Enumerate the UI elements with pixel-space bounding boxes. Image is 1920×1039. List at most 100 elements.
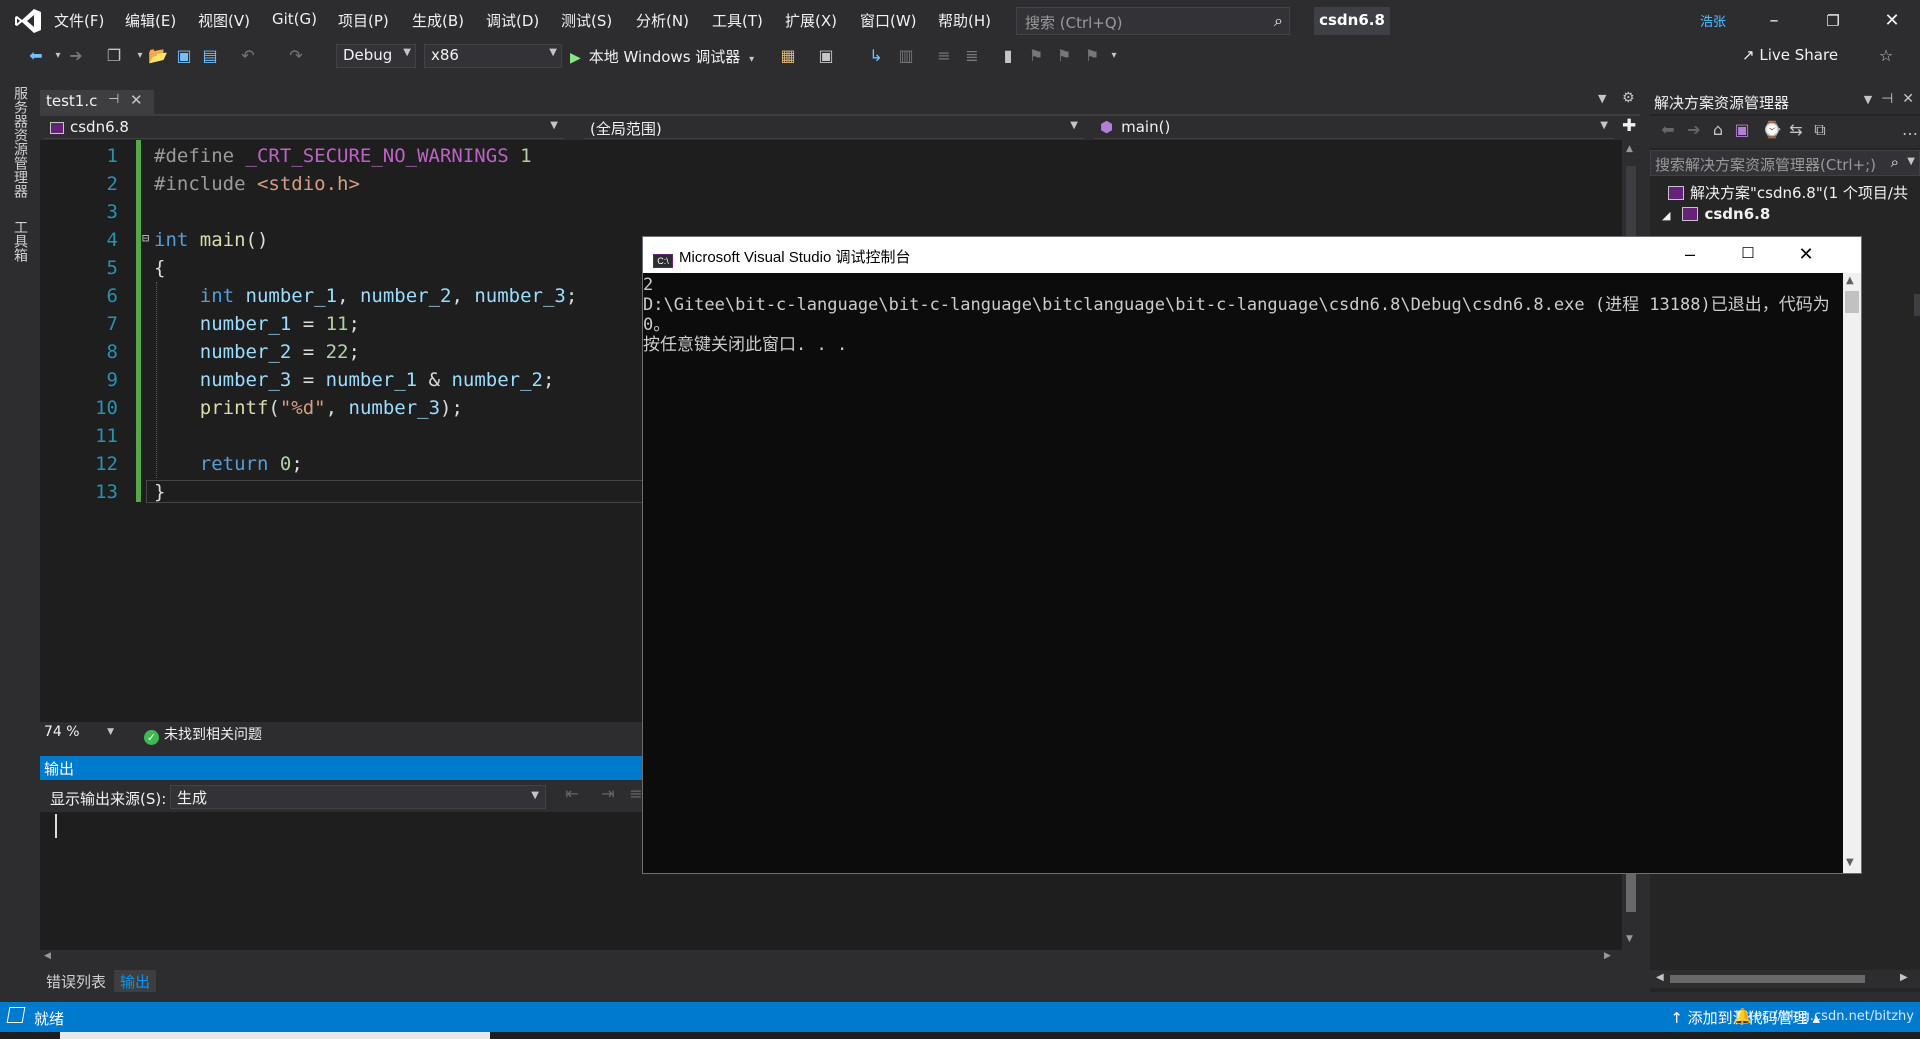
next-bookmark-icon[interactable]: ⚑ (1054, 46, 1074, 66)
zoom-select[interactable]: 74 % ▼ (40, 724, 118, 744)
pin-icon[interactable]: ⊣ (1881, 91, 1893, 107)
scrollbar-thumb[interactable] (1670, 975, 1865, 983)
chevron-down-icon[interactable]: ▼ (1864, 93, 1872, 106)
close-tab-icon[interactable]: ✕ (130, 91, 143, 109)
menu-window[interactable]: 窗口(W) (860, 10, 917, 31)
find-message-icon[interactable]: ⇤ (562, 784, 582, 804)
save-all-icon[interactable]: ▤ (200, 46, 220, 66)
solution-configuration-select[interactable]: Debug ▼ (336, 44, 416, 68)
console-output[interactable]: 2 D:\Gitee\bit-c-language\bit-c-language… (643, 273, 1843, 873)
sync-icon[interactable]: ⇆ (1786, 120, 1806, 140)
collapse-all-icon[interactable]: ⧉ (1810, 120, 1830, 140)
live-share-button[interactable]: ↗ Live Share (1742, 46, 1838, 64)
prev-bookmark-icon[interactable]: ⚑ (1026, 46, 1046, 66)
search-icon[interactable]: ⌕ (1891, 153, 1899, 171)
forward-icon[interactable]: ➔ (66, 46, 86, 66)
collapse-region-icon[interactable]: ⊟ (142, 231, 149, 245)
outdent-icon[interactable]: ≣ (962, 46, 982, 66)
restore-icon[interactable]: ❐ (1810, 6, 1856, 36)
scroll-down-icon[interactable]: ▼ (1846, 857, 1854, 868)
menu-project[interactable]: 项目(P) (338, 10, 389, 31)
chevron-down-icon[interactable]: ▼ (1907, 156, 1915, 167)
output-horizontal-scrollbar[interactable]: ◀ ▶ (40, 950, 1640, 966)
prev-message-icon[interactable]: ⇥ (598, 784, 618, 804)
tree-project-node[interactable]: ◢ csdn6.8 (1662, 205, 1770, 223)
scroll-up-icon[interactable]: ▲ (1626, 144, 1633, 154)
menu-build[interactable]: 生成(B) (412, 10, 464, 31)
menu-git[interactable]: Git(G) (272, 10, 317, 28)
toolbox-tab[interactable]: 工具箱 (10, 220, 30, 262)
gear-icon[interactable]: ⚙ (1622, 90, 1635, 106)
debug-console-window[interactable]: C:\ Microsoft Visual Studio 调试控制台 – ☐ ✕ 2… (642, 236, 1862, 874)
scroll-right-icon[interactable]: ▶ (1900, 972, 1908, 983)
scroll-left-icon[interactable]: ◀ (44, 951, 51, 961)
save-icon[interactable]: ▣ (174, 46, 194, 66)
solution-platform-select[interactable]: x86 ▼ (424, 44, 562, 68)
feedback-icon[interactable]: ☆ (1876, 46, 1896, 66)
minimize-icon[interactable]: – (1751, 6, 1797, 36)
scrollbar-thumb[interactable] (1845, 291, 1859, 313)
indent-icon[interactable]: ≡ (934, 46, 954, 66)
tab-output[interactable]: 输出 (114, 970, 157, 992)
pin-icon[interactable]: ⊣ (108, 92, 119, 107)
scroll-up-icon[interactable]: ▲ (1846, 275, 1854, 286)
tab-list-dropdown-icon[interactable]: ▼ (1598, 92, 1606, 105)
solution-scrollbar-thumb[interactable] (1914, 294, 1920, 316)
undo-icon[interactable]: ↶ (238, 46, 258, 66)
scope-nav-select[interactable]: (全局范围) ▼ (584, 117, 1084, 139)
menu-test[interactable]: 测试(S) (561, 10, 612, 31)
close-icon[interactable]: ✕ (1902, 91, 1914, 107)
menu-edit[interactable]: 编辑(E) (125, 10, 176, 31)
server-explorer-tab[interactable]: 服务器资源管理器 (10, 86, 30, 198)
redo-icon[interactable]: ↷ (286, 46, 306, 66)
scroll-left-icon[interactable]: ◀ (1656, 972, 1664, 983)
bookmark-icon[interactable]: ▮ (998, 46, 1018, 66)
menu-view[interactable]: 视图(V) (198, 10, 250, 31)
tree-solution-node[interactable]: 解决方案"csdn6.8"(1 个项目/共 (1668, 182, 1908, 203)
console-title-bar[interactable]: C:\ Microsoft Visual Studio 调试控制台 – ☐ ✕ (643, 237, 1861, 273)
solution-horizontal-scrollbar[interactable]: ◀ ▶ (1650, 970, 1920, 988)
properties-icon[interactable]: … (1900, 120, 1920, 140)
member-nav-select[interactable]: ⬢ main() ▼ (1094, 117, 1614, 139)
output-source-select[interactable]: 生成 ▼ (170, 785, 546, 809)
screenshot-icon[interactable]: ▣ (816, 46, 836, 66)
scroll-down-icon[interactable]: ▼ (1626, 934, 1633, 944)
back-icon[interactable]: ⬅ (1658, 120, 1678, 140)
step-icon[interactable]: ↳ (866, 46, 886, 66)
expand-triangle-icon[interactable]: ◢ (1662, 209, 1670, 222)
split-editor-icon[interactable]: ✚ (1622, 116, 1636, 136)
history-icon[interactable]: ⌚ (1762, 120, 1782, 140)
console-vertical-scrollbar[interactable]: ▲ ▼ (1843, 273, 1861, 873)
clear-bookmarks-icon[interactable]: ⚑ (1082, 46, 1102, 66)
close-icon[interactable]: ✕ (1869, 6, 1915, 36)
menu-help[interactable]: 帮助(H) (938, 10, 991, 31)
tab-error-list[interactable]: 错误列表 (40, 970, 112, 992)
visual-studio-logo-icon[interactable] (14, 8, 42, 34)
solution-explorer-header[interactable]: 解决方案资源管理器 ▼ ⊣ ✕ (1650, 88, 1920, 114)
home-icon[interactable]: ⌂ (1708, 120, 1728, 140)
forward-icon[interactable]: ➔ (1684, 120, 1704, 140)
menu-analyze[interactable]: 分析(N) (636, 10, 689, 31)
solution-search-input[interactable]: 搜索解决方案资源管理器(Ctrl+;) ⌕ ▼ (1650, 150, 1920, 176)
menu-tools[interactable]: 工具(T) (712, 10, 763, 31)
search-input[interactable]: 搜索 (Ctrl+Q) ⌕ (1016, 7, 1290, 35)
issues-indicator[interactable]: ✓ 未找到相关问题 (144, 724, 262, 745)
tab-test1-c[interactable]: test1.c ⊣ ✕ (40, 90, 154, 114)
menu-file[interactable]: 文件(F) (54, 10, 104, 31)
console-close-icon[interactable]: ✕ (1777, 237, 1835, 273)
open-folder-icon[interactable]: 📂 (148, 46, 168, 66)
notification-icon[interactable]: 🔔 (1733, 1007, 1752, 1025)
search-icon[interactable]: ⌕ (1274, 11, 1283, 31)
browse-icon[interactable]: ▦ (778, 46, 798, 66)
scroll-right-icon[interactable]: ▶ (1604, 951, 1611, 961)
switch-views-icon[interactable]: ▣ (1732, 120, 1752, 140)
start-debugging-button[interactable]: ▶ 本地 Windows 调试器 ▾ (570, 44, 754, 68)
scrollbar-thumb[interactable] (1626, 872, 1636, 912)
align-icon[interactable]: ▥ (896, 46, 916, 66)
console-maximize-icon[interactable]: ☐ (1719, 237, 1777, 273)
back-icon[interactable]: ⬅ (26, 46, 46, 66)
toolbar-overflow-icon[interactable]: ▾ (1104, 46, 1124, 66)
back-dropdown-icon[interactable]: ▾ (48, 46, 68, 66)
menu-extensions[interactable]: 扩展(X) (785, 10, 837, 31)
console-minimize-icon[interactable]: – (1661, 237, 1719, 273)
